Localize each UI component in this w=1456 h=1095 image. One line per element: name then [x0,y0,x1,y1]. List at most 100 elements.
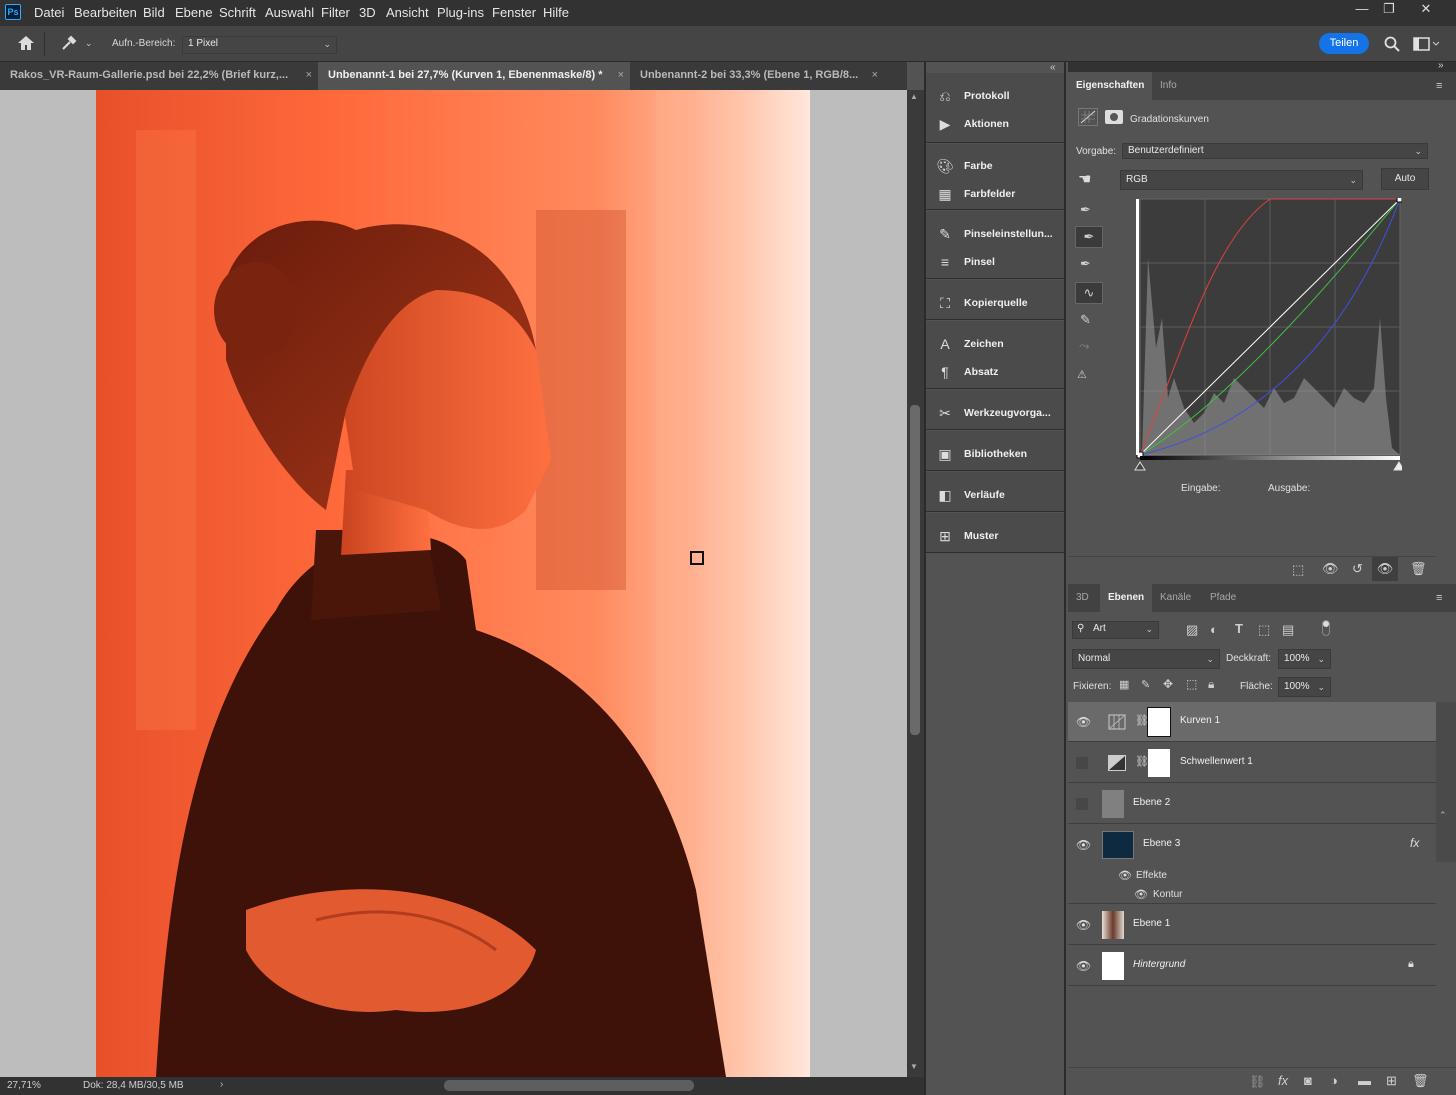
dock-kopierquelle[interactable]: ⛶ Kopierquelle [926,289,1064,317]
tab-info[interactable]: Info [1152,72,1185,100]
tab-pfade[interactable]: Pfade [1202,584,1244,612]
filter-shape-icon[interactable]: ⬚ [1258,622,1270,638]
visibility-eye-icon[interactable]: 👁︎ [1076,959,1091,973]
horizontal-scrollbar-thumb[interactable] [444,1080,694,1091]
close-tab-icon[interactable]: × [306,62,312,88]
menu-schrift[interactable]: Schrift [219,5,256,20]
channel-dropdown[interactable]: RGB ⌄ [1120,170,1363,190]
menu-plugins[interactable]: Plug-ins [437,5,484,20]
tab-kanaele[interactable]: Kanäle [1152,584,1199,612]
dock-protokoll[interactable]: ⎌ Protokoll [926,82,1064,110]
fill-field[interactable]: 100% ⌄ [1278,677,1331,697]
visibility-toggle[interactable] [1076,757,1088,769]
layer-thumbnail[interactable] [1102,790,1124,818]
menu-3d[interactable]: 3D [359,5,376,20]
filter-pixel-icon[interactable]: ▨ [1186,622,1198,638]
dock-aktionen[interactable]: ▶ Aktionen [926,110,1064,138]
new-group-icon[interactable]: ▬ [1358,1073,1371,1088]
dock-bibliotheken[interactable]: ▣ Bibliotheken [926,440,1064,468]
layer-thumbnail[interactable] [1102,952,1124,980]
layer-mask-thumbnail[interactable] [1147,707,1171,737]
menu-ebene[interactable]: Ebene [175,5,213,20]
layer-row-ebene-1[interactable]: 👁︎ Ebene 1 [1068,905,1436,945]
delete-adjustment-icon[interactable]: 🗑︎ [1410,561,1427,577]
dock-verlaeufe[interactable]: ◧ Verläufe [926,481,1064,509]
effects-eye-icon[interactable]: 👁︎ [1118,869,1132,882]
close-window-button[interactable]: ✕ [1410,0,1442,22]
visibility-eye-icon[interactable]: 👁︎ [1076,838,1091,852]
menu-hilfe[interactable]: Hilfe [543,5,569,20]
menu-fenster[interactable]: Fenster [492,5,536,20]
layer-row-hintergrund[interactable]: 👁︎ Hintergrund 🔒︎ [1068,946,1436,986]
add-mask-icon[interactable]: ◙ [1304,1073,1312,1088]
dock-absatz[interactable]: ¶ Absatz [926,358,1064,386]
curves-graph[interactable] [1134,198,1402,478]
layer-row-schwellenwert-1[interactable]: ⛓ Schwellenwert 1 [1068,743,1436,783]
visibility-toggle[interactable] [1076,798,1088,810]
lock-position-icon[interactable]: ✥ [1163,677,1173,691]
link-chain-icon[interactable]: ⛓ [1135,755,1149,768]
home-icon[interactable] [16,34,36,52]
fx-badge[interactable]: fx [1410,836,1419,850]
menu-datei[interactable]: Datei [34,5,64,20]
pencil-icon[interactable]: ✎ [1080,312,1091,328]
layer-thumbnail[interactable] [1102,911,1124,939]
scrollbar-thumb[interactable] [910,405,920,735]
menu-ansicht[interactable]: Ansicht [386,5,429,20]
close-tab-icon[interactable]: × [618,62,624,88]
layer-mask-thumbnail[interactable] [1148,749,1170,777]
panel-menu-icon[interactable]: ≡ [1436,80,1442,92]
clip-to-layer-icon[interactable]: ⬚ [1292,562,1304,578]
document-canvas-photo[interactable] [96,90,810,1077]
menu-auswahl[interactable]: Auswahl [265,5,314,20]
toggle-visibility-icon[interactable]: 👁︎ [1372,557,1398,581]
status-menu-arrow-icon[interactable]: › [220,1079,223,1090]
layer-filter-dropdown[interactable]: ⚲ Art ⌄ [1072,621,1159,639]
filter-type-icon[interactable]: T [1235,621,1243,636]
curve-points-icon[interactable]: ∿ [1075,282,1103,304]
auto-button[interactable]: Auto [1381,168,1429,190]
lock-all-icon[interactable]: 🔒︎ [1208,677,1214,692]
opacity-field[interactable]: 100% ⌄ [1278,649,1331,669]
tab-unbenannt-2[interactable]: Unbenannt-2 bei 33,3% (Ebene 1, RGB/8...… [630,62,884,90]
link-layers-icon[interactable]: ⛓ [1249,1074,1266,1090]
view-previous-state-icon[interactable]: 👁︎ [1322,561,1339,577]
tab-3d[interactable]: 3D [1068,584,1097,612]
restore-button[interactable]: ❐ [1373,0,1405,22]
filter-toggle[interactable] [1322,620,1330,636]
scroll-down-icon[interactable]: ▼ [910,1062,918,1071]
preset-dropdown[interactable]: Benutzerdefiniert ⌄ [1122,143,1428,159]
search-icon[interactable] [1383,35,1401,53]
layer-row-ebene-3[interactable]: 👁︎ Ebene 3 fx 👁︎ Effekte 👁︎ Kontur [1068,825,1436,904]
gray-point-eyedropper-icon[interactable]: ✒ [1075,226,1103,248]
tool-preset-chevron-icon[interactable]: ⌄ [85,38,93,49]
tab-ebenen[interactable]: Ebenen [1100,584,1153,612]
black-point-eyedropper-icon[interactable]: ✒ [1080,202,1091,218]
close-tab-icon[interactable]: × [872,62,878,88]
lock-icon[interactable]: 🔒︎ [1408,958,1414,971]
new-layer-icon[interactable]: ⊞ [1386,1073,1397,1089]
visibility-eye-icon[interactable]: 👁︎ [1076,918,1091,932]
layer-thumbnail[interactable] [1102,831,1134,859]
vertical-scrollbar[interactable]: ▲ ▼ [907,90,924,1077]
tab-eigenschaften[interactable]: Eigenschaften [1068,72,1153,100]
scroll-up-icon[interactable]: ▲ [910,92,918,101]
visibility-eye-icon[interactable]: 👁︎ [1076,715,1091,729]
lock-artboard-icon[interactable]: ⬚ [1186,677,1197,691]
dock-pinsel[interactable]: ≡ Pinsel [926,248,1064,276]
stroke-eye-icon[interactable]: 👁︎ [1134,888,1148,901]
filter-smartobject-icon[interactable]: ▤ [1282,622,1294,638]
dock-werkzeugvorgaben[interactable]: ✂ Werkzeugvorga... [926,399,1064,427]
expand-dock-icon[interactable]: » [1438,60,1444,71]
share-button[interactable]: Teilen [1319,33,1369,54]
delete-layer-icon[interactable]: 🗑︎ [1412,1073,1429,1089]
tab-rakos-vr[interactable]: Rakos_VR-Raum-Gallerie.psd bei 22,2% (Br… [0,62,318,90]
dock-farbe[interactable]: 🎨︎ Farbe [926,152,1064,180]
dock-muster[interactable]: ⊞ Muster [926,522,1064,550]
zoom-level[interactable]: 27,71% [7,1080,41,1091]
workspace-icon[interactable] [1413,36,1439,52]
menu-bild[interactable]: Bild [143,5,165,20]
new-adjustment-icon[interactable]: ◑ [1330,1073,1338,1088]
clipping-warning-icon[interactable]: ⚠ [1077,368,1087,381]
lock-pixels-icon[interactable]: ✎ [1141,678,1150,691]
